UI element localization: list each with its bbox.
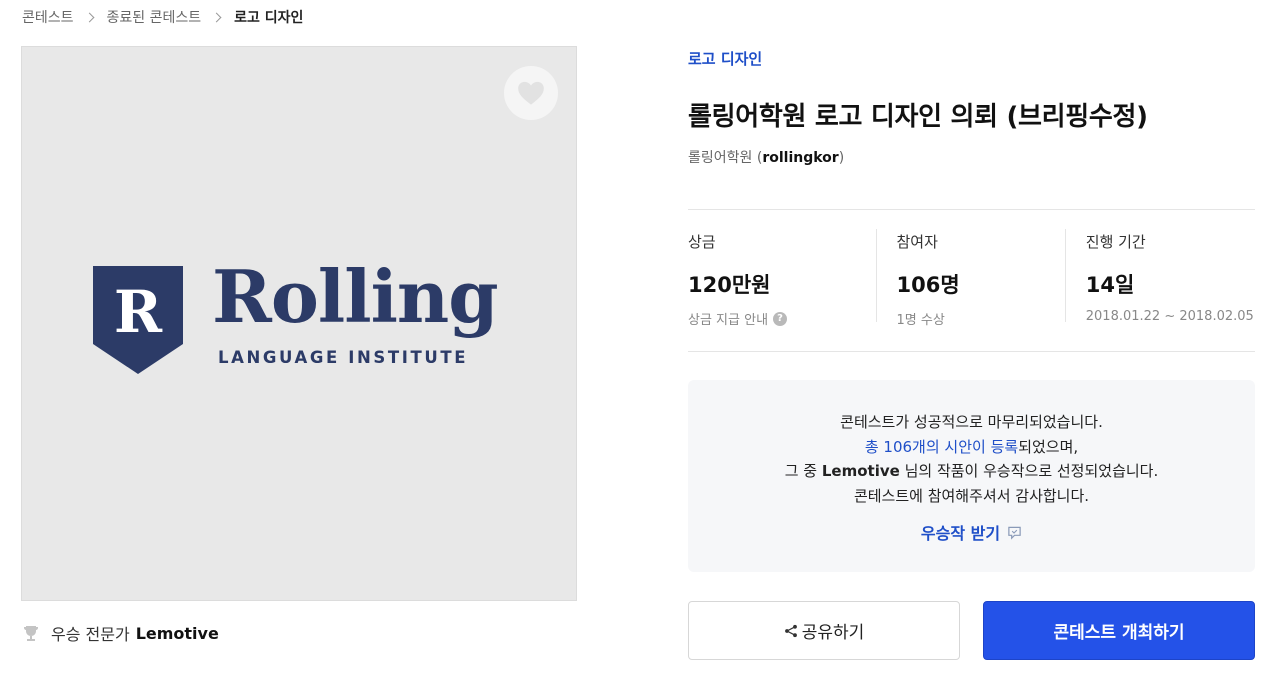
prize-payment-info: 상금 지급 안내 ?	[688, 309, 876, 328]
divider	[688, 351, 1255, 352]
breadcrumb-item-current: 로고 디자인	[234, 10, 304, 26]
notice-line: 총 106개의 시안이 등록되었으며,	[688, 435, 1255, 460]
winner-line: 우승 전문가 Lemotive	[22, 621, 219, 645]
notice-line: 콘테스트가 성공적으로 마무리되었습니다.	[840, 413, 1103, 431]
stat-note: 1명 수상	[896, 313, 945, 328]
stat-participants: 참여자 106명 1명 수상	[877, 229, 1066, 328]
contest-result-notice: 콘테스트가 성공적으로 마무리되었습니다. 총 106개의 시안이 등록되었으며…	[688, 380, 1255, 572]
stat-label: 진행 기간	[1085, 233, 1146, 251]
logo-subtitle: LANGUAGE INSTITUTE	[218, 348, 469, 367]
host-info: 롤링어학원 (rollingkor)	[688, 150, 845, 166]
breadcrumb: 콘테스트 종료된 콘테스트 로고 디자인	[22, 8, 303, 26]
like-button[interactable]	[504, 66, 558, 120]
host-id[interactable]: rollingkor	[762, 150, 838, 166]
stat-value: 120만원	[688, 273, 771, 297]
share-icon	[784, 624, 797, 637]
share-label: 공유하기	[801, 623, 865, 643]
page-title: 롤링어학원 로고 디자인 의뢰 (브리핑수정)	[688, 102, 1148, 132]
stat-prize: 상금 120만원 상금 지급 안내 ?	[688, 229, 877, 328]
stat-label: 상금	[688, 233, 716, 251]
stat-note: 상금 지급 안내	[688, 313, 769, 328]
breadcrumb-item-ended-contest[interactable]: 종료된 콘테스트	[107, 7, 202, 27]
contest-stats: 상금 120만원 상금 지급 안내 ? 참여자 106명 1명 수상 진행 기간…	[688, 229, 1255, 328]
winner-name[interactable]: Lemotive	[136, 624, 219, 643]
share-button[interactable]: 공유하기	[688, 601, 960, 660]
notice-line: 콘테스트에 참여해주셔서 감사합니다.	[853, 486, 1090, 505]
host-contest-button[interactable]: 콘테스트 개최하기	[983, 601, 1255, 660]
host-name: 롤링어학원	[688, 150, 753, 166]
get-winner-button[interactable]: 우승작 받기	[921, 520, 1022, 544]
logo-letter: R	[114, 278, 163, 346]
chevron-right-icon	[84, 12, 94, 22]
notice-line: 그 중 Lemotive 님의 작품이 우승작으로 선정되었습니다.	[688, 459, 1255, 484]
logo-shield-icon: R	[93, 266, 183, 374]
notice-text: 님의 작품이 우승작으로 선정되었습니다.	[899, 462, 1159, 480]
get-winner-label: 우승작 받기	[920, 524, 1001, 543]
stat-value: 106명	[896, 273, 960, 297]
trophy-icon	[24, 626, 38, 641]
chevron-right-icon	[211, 12, 222, 22]
speech-bubble-icon	[1008, 526, 1021, 540]
contest-image: R Rolling LANGUAGE INSTITUTE	[21, 46, 577, 601]
divider	[688, 209, 1255, 210]
stat-note: 2018.01.22 ~ 2018.02.05	[1085, 309, 1254, 324]
heart-icon	[518, 81, 544, 105]
stat-duration: 진행 기간 14일 2018.01.22 ~ 2018.02.05	[1066, 229, 1255, 324]
question-icon[interactable]: ?	[773, 311, 788, 326]
logo-wordmark: Rolling	[212, 254, 499, 339]
notice-text: 되었으며,	[1018, 437, 1079, 456]
winner-label: 우승 전문가	[51, 625, 130, 644]
breadcrumb-item-contest[interactable]: 콘테스트	[22, 7, 74, 27]
stat-label: 참여자	[896, 233, 938, 251]
stat-value: 14일	[1085, 273, 1135, 297]
submission-count-link[interactable]: 총 106개의 시안이 등록	[865, 438, 1018, 456]
notice-text: 그 중	[784, 462, 822, 480]
notice-winner-name: Lemotive	[821, 462, 900, 480]
contest-category[interactable]: 로고 디자인	[688, 48, 762, 69]
